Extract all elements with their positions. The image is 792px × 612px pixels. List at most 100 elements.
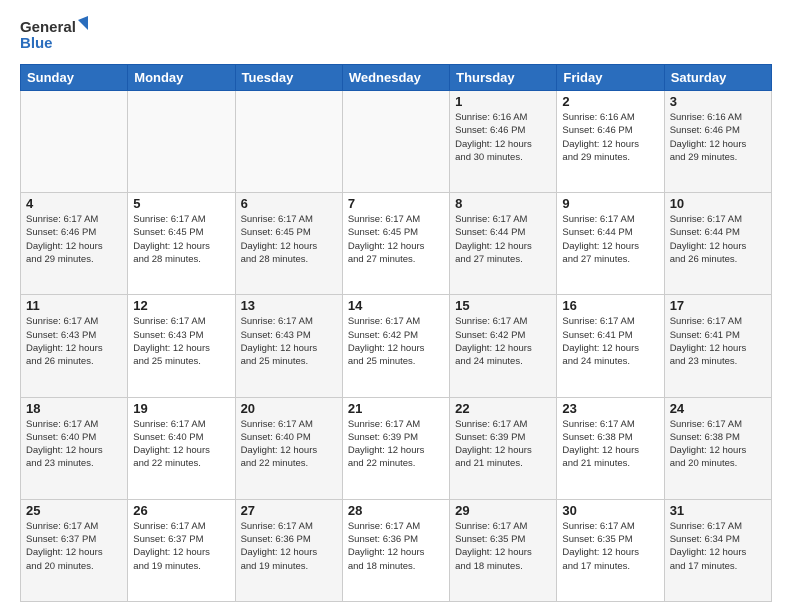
col-header-sunday: Sunday <box>21 65 128 91</box>
calendar-header-row: SundayMondayTuesdayWednesdayThursdayFrid… <box>21 65 772 91</box>
day-info: Sunrise: 6:17 AMSunset: 6:42 PMDaylight:… <box>348 315 444 368</box>
calendar-cell: 16 Sunrise: 6:17 AMSunset: 6:41 PMDayligh… <box>557 295 664 397</box>
day-info: Sunrise: 6:17 AMSunset: 6:44 PMDaylight:… <box>562 213 658 266</box>
calendar-cell: 13 Sunrise: 6:17 AMSunset: 6:43 PMDayligh… <box>235 295 342 397</box>
calendar-cell: 10 Sunrise: 6:17 AMSunset: 6:44 PMDayligh… <box>664 193 771 295</box>
calendar-cell: 3Sunrise: 6:16 AMSunset: 6:46 PMDaylight… <box>664 91 771 193</box>
general-blue-logo-icon: General Blue <box>20 16 90 56</box>
calendar-cell: 20 Sunrise: 6:17 AMSunset: 6:40 PMDayligh… <box>235 397 342 499</box>
day-info: Sunrise: 6:17 AMSunset: 6:38 PMDaylight:… <box>670 418 766 471</box>
day-number: 21 <box>348 401 444 416</box>
day-info: Sunrise: 6:16 AMSunset: 6:46 PMDaylight:… <box>455 111 551 164</box>
week-row-1: 1 Sunrise: 6:16 AMSunset: 6:46 PMDaylight… <box>21 91 772 193</box>
calendar-cell: 31 Sunrise: 6:17 AMSunset: 6:34 PMDayligh… <box>664 499 771 601</box>
calendar-cell: 30Sunrise: 6:17 AMSunset: 6:35 PMDayligh… <box>557 499 664 601</box>
day-info: Sunrise: 6:17 AMSunset: 6:46 PMDaylight:… <box>26 213 122 266</box>
col-header-thursday: Thursday <box>450 65 557 91</box>
calendar-cell: 15 Sunrise: 6:17 AMSunset: 6:42 PMDayligh… <box>450 295 557 397</box>
day-number: 23 <box>562 401 658 416</box>
day-number: 14 <box>348 298 444 313</box>
day-info: Sunrise: 6:17 AMSunset: 6:41 PMDaylight:… <box>562 315 658 368</box>
day-number: 8 <box>455 196 551 211</box>
day-info: Sunrise: 6:17 AMSunset: 6:40 PMDaylight:… <box>26 418 122 471</box>
day-number: 13 <box>241 298 337 313</box>
day-info: Sunrise: 6:17 AMSunset: 6:45 PMDaylight:… <box>348 213 444 266</box>
day-info: Sunrise: 6:17 AMSunset: 6:44 PMDaylight:… <box>455 213 551 266</box>
day-number: 22 <box>455 401 551 416</box>
calendar-cell: 26Sunrise: 6:17 AMSunset: 6:37 PMDayligh… <box>128 499 235 601</box>
calendar-cell <box>128 91 235 193</box>
day-info: Sunrise: 6:17 AMSunset: 6:43 PMDaylight:… <box>241 315 337 368</box>
day-number: 25 <box>26 503 122 518</box>
day-info: Sunrise: 6:17 AMSunset: 6:35 PMDaylight:… <box>455 520 551 573</box>
day-number: 31 <box>670 503 766 518</box>
day-info: Sunrise: 6:16 AMSunset: 6:46 PMDaylight:… <box>670 111 766 164</box>
calendar-cell <box>235 91 342 193</box>
day-number: 30 <box>562 503 658 518</box>
day-number: 9 <box>562 196 658 211</box>
day-number: 10 <box>670 196 766 211</box>
day-number: 1 <box>455 94 551 109</box>
day-info: Sunrise: 6:17 AMSunset: 6:36 PMDaylight:… <box>348 520 444 573</box>
week-row-5: 25 Sunrise: 6:17 AMSunset: 6:37 PMDayligh… <box>21 499 772 601</box>
calendar-cell: 14 Sunrise: 6:17 AMSunset: 6:42 PMDayligh… <box>342 295 449 397</box>
day-info: Sunrise: 6:17 AMSunset: 6:39 PMDaylight:… <box>455 418 551 471</box>
day-info: Sunrise: 6:17 AMSunset: 6:34 PMDaylight:… <box>670 520 766 573</box>
day-info: Sunrise: 6:17 AMSunset: 6:43 PMDaylight:… <box>26 315 122 368</box>
day-info: Sunrise: 6:17 AMSunset: 6:40 PMDaylight:… <box>133 418 229 471</box>
calendar-cell: 25 Sunrise: 6:17 AMSunset: 6:37 PMDayligh… <box>21 499 128 601</box>
col-header-saturday: Saturday <box>664 65 771 91</box>
day-number: 4 <box>26 196 122 211</box>
calendar-cell: 28Sunrise: 6:17 AMSunset: 6:36 PMDayligh… <box>342 499 449 601</box>
calendar-cell: 27 Sunrise: 6:17 AMSunset: 6:36 PMDayligh… <box>235 499 342 601</box>
calendar-cell: 8 Sunrise: 6:17 AMSunset: 6:44 PMDaylight… <box>450 193 557 295</box>
calendar-cell <box>21 91 128 193</box>
day-number: 5 <box>133 196 229 211</box>
page: General Blue SundayMondayTuesdayWednesda… <box>0 0 792 612</box>
calendar-cell: 12 Sunrise: 6:17 AMSunset: 6:43 PMDayligh… <box>128 295 235 397</box>
day-number: 6 <box>241 196 337 211</box>
day-info: Sunrise: 6:17 AMSunset: 6:43 PMDaylight:… <box>133 315 229 368</box>
day-info: Sunrise: 6:17 AMSunset: 6:44 PMDaylight:… <box>670 213 766 266</box>
day-info: Sunrise: 6:17 AMSunset: 6:40 PMDaylight:… <box>241 418 337 471</box>
day-number: 2 <box>562 94 658 109</box>
calendar-cell: 17Sunrise: 6:17 AMSunset: 6:41 PMDayligh… <box>664 295 771 397</box>
day-info: Sunrise: 6:17 AMSunset: 6:39 PMDaylight:… <box>348 418 444 471</box>
day-number: 24 <box>670 401 766 416</box>
calendar-cell: 19Sunrise: 6:17 AMSunset: 6:40 PMDayligh… <box>128 397 235 499</box>
day-number: 27 <box>241 503 337 518</box>
day-number: 12 <box>133 298 229 313</box>
calendar-cell: 2Sunrise: 6:16 AMSunset: 6:46 PMDaylight… <box>557 91 664 193</box>
calendar-cell: 4 Sunrise: 6:17 AMSunset: 6:46 PMDaylight… <box>21 193 128 295</box>
day-info: Sunrise: 6:17 AMSunset: 6:36 PMDaylight:… <box>241 520 337 573</box>
calendar-cell: 18Sunrise: 6:17 AMSunset: 6:40 PMDayligh… <box>21 397 128 499</box>
calendar-cell: 6 Sunrise: 6:17 AMSunset: 6:45 PMDaylight… <box>235 193 342 295</box>
col-header-friday: Friday <box>557 65 664 91</box>
day-number: 26 <box>133 503 229 518</box>
calendar-cell: 22 Sunrise: 6:17 AMSunset: 6:39 PMDayligh… <box>450 397 557 499</box>
day-info: Sunrise: 6:17 AMSunset: 6:45 PMDaylight:… <box>133 213 229 266</box>
calendar-cell <box>342 91 449 193</box>
day-info: Sunrise: 6:17 AMSunset: 6:42 PMDaylight:… <box>455 315 551 368</box>
week-row-2: 4 Sunrise: 6:17 AMSunset: 6:46 PMDaylight… <box>21 193 772 295</box>
svg-text:General: General <box>20 19 76 36</box>
calendar-cell: 23Sunrise: 6:17 AMSunset: 6:38 PMDayligh… <box>557 397 664 499</box>
logo: General Blue <box>20 16 90 56</box>
day-number: 16 <box>562 298 658 313</box>
calendar-cell: 7 Sunrise: 6:17 AMSunset: 6:45 PMDaylight… <box>342 193 449 295</box>
day-info: Sunrise: 6:17 AMSunset: 6:37 PMDaylight:… <box>26 520 122 573</box>
day-number: 20 <box>241 401 337 416</box>
day-number: 29 <box>455 503 551 518</box>
day-number: 11 <box>26 298 122 313</box>
col-header-wednesday: Wednesday <box>342 65 449 91</box>
week-row-3: 11 Sunrise: 6:17 AMSunset: 6:43 PMDayligh… <box>21 295 772 397</box>
calendar-cell: 29 Sunrise: 6:17 AMSunset: 6:35 PMDayligh… <box>450 499 557 601</box>
day-number: 17 <box>670 298 766 313</box>
day-number: 15 <box>455 298 551 313</box>
day-number: 7 <box>348 196 444 211</box>
calendar-cell: 9 Sunrise: 6:17 AMSunset: 6:44 PMDaylight… <box>557 193 664 295</box>
col-header-tuesday: Tuesday <box>235 65 342 91</box>
calendar-cell: 11 Sunrise: 6:17 AMSunset: 6:43 PMDayligh… <box>21 295 128 397</box>
calendar-table: SundayMondayTuesdayWednesdayThursdayFrid… <box>20 64 772 602</box>
day-info: Sunrise: 6:17 AMSunset: 6:45 PMDaylight:… <box>241 213 337 266</box>
